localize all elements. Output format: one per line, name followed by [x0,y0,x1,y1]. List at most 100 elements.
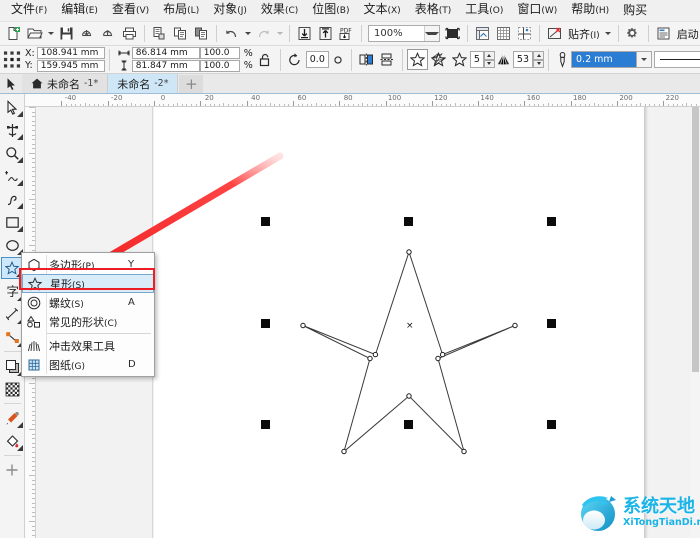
selection-handle-middle-left[interactable] [261,319,270,328]
menu-layout[interactable]: 布局(L) [156,0,206,22]
menu-text[interactable]: 文本(X) [356,0,407,22]
star-sharpness-up-button[interactable] [533,51,544,60]
zoom-level-dropdown-button[interactable] [424,26,439,41]
toggle-rulers-button[interactable] [472,23,493,44]
star-points-spinner[interactable] [484,51,495,68]
star-points-input[interactable]: 5 [470,51,484,68]
star-points-down-button[interactable] [484,60,495,69]
menu-effects[interactable]: 效果(C) [254,0,305,22]
tool-fill[interactable] [1,430,24,452]
menu-table[interactable]: 表格(T) [408,0,459,22]
flyout-item-common-shapes[interactable]: 常见的形状(C) [22,312,154,331]
open-document-dropdown[interactable] [45,24,56,44]
tool-transparency[interactable] [1,378,24,400]
flyout-item-graph-paper[interactable]: 图纸(G) D [22,355,154,374]
polygon-mode-button[interactable] [407,49,428,70]
flyout-item-impact[interactable]: 冲击效果工具 [22,336,154,355]
menu-edit[interactable]: 编辑(E) [54,0,105,22]
zoom-level-combo[interactable]: 100% [368,25,440,42]
tool-color-eyedropper[interactable] [1,407,24,429]
snap-to-button[interactable] [544,23,565,44]
mirror-vertical-button[interactable] [377,49,398,70]
tab-untitled-1[interactable]: 未命名 -1* [22,74,108,93]
menu-window[interactable]: 窗口(W) [510,0,564,22]
selection-handle-bottom-right[interactable] [547,420,556,429]
toggle-grid-button[interactable] [493,23,514,44]
toggle-guidelines-button[interactable] [514,23,535,44]
print-button[interactable] [119,23,140,44]
tool-shape[interactable] [1,119,24,141]
scale-x-input[interactable]: 100.0 [200,47,240,59]
ruler-minor-tick [32,171,35,172]
new-document-button[interactable] [3,23,24,44]
flyout-item-polygon[interactable]: 多边形(P) Y [22,255,154,274]
selection-handle-top-center[interactable] [404,217,413,226]
mirror-horizontal-button[interactable] [356,49,377,70]
options-button[interactable] [623,23,644,44]
x-position-input[interactable]: 108.941 mm [37,47,105,59]
redo-button[interactable] [253,23,274,44]
star-object-group[interactable]: × [298,248,520,461]
full-screen-preview-button[interactable] [442,23,463,44]
menu-tools[interactable]: 工具(O) [458,0,510,22]
star-points-up-button[interactable] [484,51,495,60]
star-mode-button[interactable] [449,49,470,70]
menu-bitmap[interactable]: 位图(B) [305,0,356,22]
menu-help[interactable]: 帮助(H) [564,0,616,22]
selection-handle-top-left[interactable] [261,217,270,226]
menu-file[interactable]: 文件(F) [4,0,54,22]
horizontal-ruler[interactable]: -40-20020406080100120140160180200220 [25,94,700,107]
publish-pdf-button[interactable]: PDF [336,23,357,44]
polygon-tool-flyout-menu[interactable]: 多边形(P) Y 星形(S) 螺纹(S) A 常见的形状(C) [21,252,155,377]
height-input[interactable]: 81.847 mm [132,60,200,72]
export-file-button[interactable] [315,23,336,44]
export-button[interactable] [98,23,119,44]
outline-width-dropdown[interactable] [637,51,652,68]
tool-more[interactable] [1,459,24,481]
rotate-icon-button[interactable] [285,49,306,70]
undo-button[interactable] [221,23,242,44]
scale-y-input[interactable]: 100.0 [200,60,240,72]
menu-object[interactable]: 对象(J) [206,0,254,22]
menu-view[interactable]: 查看(V) [105,0,156,22]
import-file-button[interactable] [294,23,315,44]
flyout-item-spiral[interactable]: 螺纹(S) A [22,293,154,312]
vertical-scrollbar[interactable] [691,107,700,538]
selection-handle-bottom-left[interactable] [261,420,270,429]
star-sharpness-down-button[interactable] [533,60,544,69]
star-sharpness-input[interactable]: 53 [513,51,533,68]
flyout-star-text: 星形 [50,278,72,291]
selection-handle-middle-right[interactable] [547,319,556,328]
tool-pick[interactable] [1,96,24,118]
tool-zoom[interactable] [1,142,24,164]
star-sharpness-spinner[interactable] [533,51,544,68]
tab-untitled-2[interactable]: 未命名 -2* [108,74,178,93]
selection-handle-bottom-center[interactable] [404,420,413,429]
vertical-scrollbar-thumb[interactable] [692,107,699,372]
tool-rectangle[interactable] [1,211,24,233]
outline-width-input[interactable]: 0.2 mm [571,51,637,68]
tool-freehand[interactable] [1,165,24,187]
menu-buy[interactable]: 购买 [616,0,654,21]
complex-star-mode-button[interactable] [428,49,449,70]
snap-dropdown[interactable] [603,24,614,44]
undo-dropdown[interactable] [242,24,253,44]
selection-handle-top-right[interactable] [547,217,556,226]
line-style-preview[interactable] [654,51,700,68]
lock-ratio-button[interactable] [255,49,276,70]
rotation-angle-input[interactable]: 0.0 [306,51,329,68]
import-button[interactable] [77,23,98,44]
save-document-button[interactable] [56,23,77,44]
cut-button[interactable] [149,23,170,44]
application-launcher-button[interactable] [653,23,674,44]
tool-artistic-media[interactable] [1,188,24,210]
redo-dropdown[interactable] [274,24,285,44]
paste-button[interactable] [191,23,212,44]
y-position-input[interactable]: 159.945 mm [37,60,105,72]
copy-button[interactable] [170,23,191,44]
flyout-item-star[interactable]: 星形(S) [22,274,154,293]
width-input[interactable]: 86.814 mm [132,47,200,59]
star-shape[interactable] [298,248,520,461]
add-tab-button[interactable]: + [179,75,203,93]
open-document-button[interactable] [24,23,45,44]
